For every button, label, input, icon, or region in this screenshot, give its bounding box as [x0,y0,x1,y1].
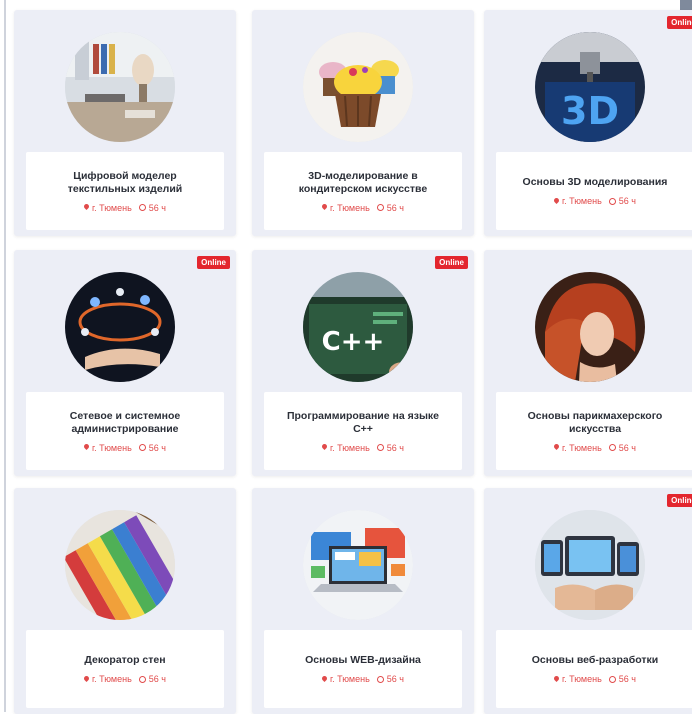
course-card[interactable]: Основы WEB-дизайна г. Тюмень 56 ч [252,488,474,714]
online-badge: Online [435,256,468,269]
course-card[interactable]: Online C++ Программирование на языке C++… [252,250,474,476]
course-title[interactable]: Цифровой моделер текстильных изделий [26,170,224,196]
map-pin-icon [322,676,327,683]
course-image-cupcakes [303,32,413,142]
course-image-network-hand [65,272,175,382]
course-info-panel: 3D-моделирование в кондитерском искусств… [264,152,462,230]
course-card[interactable]: Online 3D Основы 3D моделирования г. Тюм… [484,10,692,236]
online-badge: Online [197,256,230,269]
course-hours: 56 ч [386,442,404,453]
course-title[interactable]: Декоратор стен [70,654,179,667]
course-card[interactable]: Online Сетевое и системное администриров… [14,250,236,476]
course-hours: 56 ч [148,674,166,684]
course-meta: г. Тюмень 56 ч [84,203,166,213]
course-info-panel: Декоратор стен г. Тюмень 56 ч [26,630,224,708]
course-image-red-hair [535,272,645,382]
course-title[interactable]: Основы 3D моделирования [509,176,682,189]
course-info-panel: Основы парикмахерского искусства г. Тюме… [496,392,692,470]
course-city: г. Тюмень [562,196,602,206]
map-pin-icon [322,204,327,211]
course-city: г. Тюмень [92,674,132,684]
course-image-devices [535,510,645,620]
course-info-panel: Программирование на языке C++ г. Тюмень … [264,392,462,470]
course-card[interactable]: Цифровой моделер текстильных изделий г. … [14,10,236,236]
course-meta: г. Тюмень 56 ч [554,196,636,206]
course-info-panel: Основы веб-разработки г. Тюмень 56 ч [496,630,692,708]
course-hours: 56 ч [386,674,404,684]
clock-icon [138,204,146,211]
online-badge: Online [667,494,692,507]
course-hours: 56 ч [148,442,166,453]
clock-icon [608,444,616,451]
course-card[interactable]: Online Основы веб-разработки г. Тюмень 5… [484,488,692,714]
page-left-border [4,0,6,712]
course-hours: 56 ч [386,202,404,213]
course-city: г. Тюмень [562,674,602,684]
clock-icon [608,197,616,205]
clock-icon [376,675,384,683]
course-meta: г. Тюмень 56 ч [554,674,636,684]
course-meta: г. Тюмень 56 ч [84,443,166,453]
online-badge: Online [667,16,692,29]
course-title[interactable]: Основы парикмахерского искусства [496,410,692,436]
clock-icon [376,204,384,211]
course-info-panel: Цифровой моделер текстильных изделий г. … [26,152,224,230]
map-pin-icon [84,444,89,451]
course-title[interactable]: Сетевое и системное администрирование [26,410,224,436]
course-city: г. Тюмень [92,202,132,213]
course-meta: г. Тюмень 56 ч [322,203,404,213]
course-image-color-swatches [65,510,175,620]
map-pin-icon [554,676,559,683]
course-hours: 56 ч [618,674,636,684]
course-info-panel: Основы WEB-дизайна г. Тюмень 56 ч [264,630,462,708]
course-image-cpp-screen: C++ [303,272,413,382]
course-image-fashion-studio [65,32,175,142]
course-city: г. Тюмень [92,442,132,453]
course-card[interactable]: Основы парикмахерского искусства г. Тюме… [484,250,692,476]
course-title[interactable]: Основы веб-разработки [518,654,672,667]
course-hours: 56 ч [148,202,166,213]
course-title[interactable]: 3D-моделирование в кондитерском искусств… [264,170,462,196]
map-pin-icon [554,198,559,205]
course-title[interactable]: Программирование на языке C++ [264,410,462,436]
course-image-web-design-laptop [303,510,413,620]
course-info-panel: Основы 3D моделирования г. Тюмень 56 ч [496,152,692,230]
course-city: г. Тюмень [330,202,370,213]
map-pin-icon [84,204,89,211]
svg-text:3D: 3D [561,89,619,133]
course-card[interactable]: Декоратор стен г. Тюмень 56 ч [14,488,236,714]
clock-icon [138,444,146,451]
course-meta: г. Тюмень 56 ч [84,674,166,684]
course-city: г. Тюмень [330,442,370,453]
map-pin-icon [554,444,559,451]
clock-icon [376,444,384,451]
course-image-3d-printer: 3D [535,32,645,142]
clock-icon [138,675,146,683]
course-city: г. Тюмень [562,442,602,453]
course-hours: 56 ч [618,442,636,453]
map-pin-icon [322,444,327,451]
map-pin-icon [84,676,89,683]
clock-icon [608,675,616,683]
svg-text:C++: C++ [322,327,385,357]
course-hours: 56 ч [618,196,636,206]
course-meta: г. Тюмень 56 ч [322,674,404,684]
course-title[interactable]: Основы WEB-дизайна [291,654,435,667]
course-city: г. Тюмень [330,674,370,684]
course-card[interactable]: 3D-моделирование в кондитерском искусств… [252,10,474,236]
course-info-panel: Сетевое и системное администрирование г.… [26,392,224,470]
course-meta: г. Тюмень 56 ч [322,443,404,453]
course-meta: г. Тюмень 56 ч [554,443,636,453]
